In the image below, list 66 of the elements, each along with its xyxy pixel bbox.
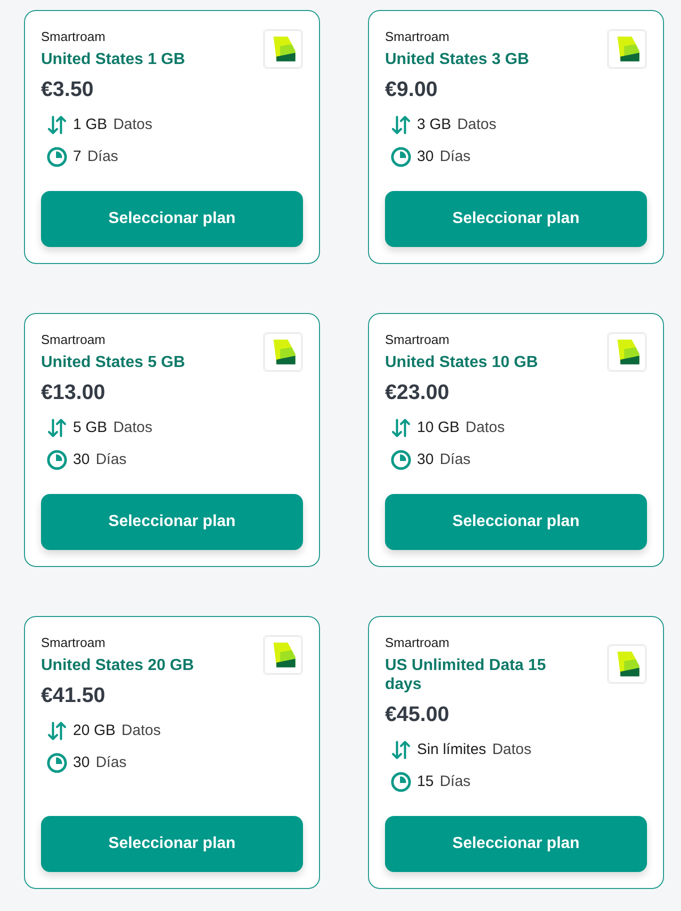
provider-logo-icon [607,28,647,68]
data-unit: Datos [122,720,161,741]
up-down-arrows-icon [47,418,67,438]
provider-name: Smartroam [385,331,450,349]
duration-unit: Días [87,146,118,167]
data-amount: 1 GB [73,114,108,135]
duration-amount: 30 [417,146,434,167]
select-plan-button[interactable]: Seleccionar plan [385,494,647,550]
plan-price: €23.00 [385,380,450,406]
plan-title: United States 5 GB [41,353,186,372]
plan-price: €9.00 [385,77,439,103]
up-down-arrows-icon [391,418,411,438]
provider-name: Smartroam [41,634,106,652]
provider-name: Smartroam [385,634,450,652]
clock-icon [391,450,411,470]
plan-price: €45.00 [385,702,450,728]
plan-title: US Unlimited Data 15 days [385,656,547,694]
clock-icon [47,147,67,167]
up-down-arrows-icon [391,740,411,760]
select-plan-button[interactable]: Seleccionar plan [41,191,303,247]
provider-logo-icon [263,28,303,68]
data-amount: 20 GB [73,720,116,741]
provider-logo-icon [607,644,647,684]
select-plan-button[interactable]: Seleccionar plan [41,494,303,550]
provider-logo-icon [607,332,647,372]
data-amount: 10 GB [417,418,460,438]
data-unit: Datos [466,418,505,438]
up-down-arrows-icon [47,721,67,741]
provider-logo-icon [263,332,303,372]
provider-name: Smartroam [41,28,106,46]
plan-title: United States 20 GB [41,656,194,675]
data-unit: Datos [113,418,152,438]
clock-icon [391,772,411,792]
select-plan-button[interactable]: Seleccionar plan [385,816,647,872]
plan-title: United States 3 GB [385,50,530,69]
data-amount: 5 GB [73,418,108,438]
select-plan-button[interactable]: Seleccionar plan [385,191,647,247]
duration-unit: Días [440,146,471,167]
clock-icon [391,147,411,167]
plan-price: €13.00 [41,380,106,406]
plan-price: €3.50 [41,77,95,103]
clock-icon [47,753,67,773]
up-down-arrows-icon [391,115,411,135]
clock-icon [47,450,67,470]
provider-name: Smartroam [41,331,106,349]
duration-unit: Días [96,752,127,773]
plan-title: United States 1 GB [41,50,186,69]
duration-amount: 30 [73,752,90,773]
data-amount: 3 GB [417,114,452,135]
duration-amount: 15 [417,772,434,792]
duration-amount: 7 [73,146,82,167]
duration-unit: Días [440,772,471,792]
plan-price: €41.50 [41,683,106,709]
data-unit: Datos [457,114,496,135]
duration-amount: 30 [73,450,90,470]
provider-logo-icon [263,634,303,674]
duration-unit: Días [96,450,127,470]
duration-amount: 30 [417,450,434,470]
select-plan-button[interactable]: Seleccionar plan [41,816,303,872]
data-unit: Datos [492,740,532,760]
data-unit: Datos [113,114,152,135]
plan-title: United States 10 GB [385,353,538,372]
provider-name: Smartroam [385,28,450,46]
up-down-arrows-icon [47,115,67,135]
data-amount: Sin límites [417,740,486,760]
duration-unit: Días [440,450,471,470]
